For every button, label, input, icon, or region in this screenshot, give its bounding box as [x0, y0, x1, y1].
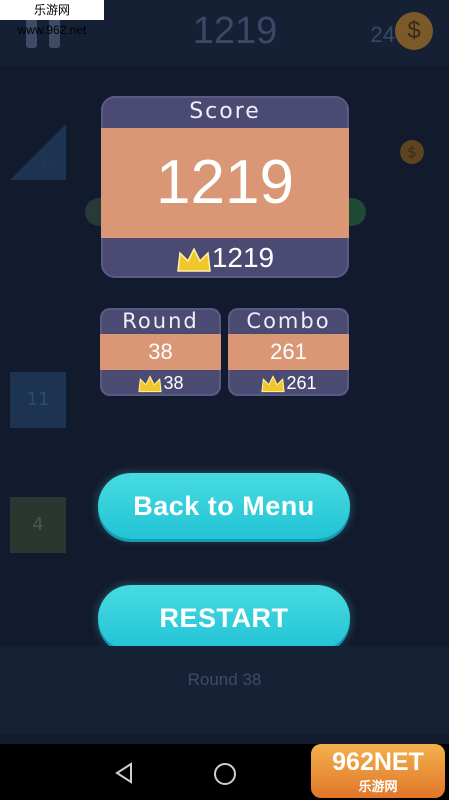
nav-back-icon[interactable]	[114, 762, 134, 784]
combo-panel: Combo 261 261	[228, 308, 349, 396]
restart-button[interactable]: RESTART	[98, 585, 350, 651]
best-score: 1219	[101, 240, 349, 276]
crown-icon	[177, 246, 211, 272]
coin-pickup-icon: $	[400, 140, 424, 164]
square-block: 11	[10, 372, 66, 428]
round-value: 38	[148, 339, 173, 364]
best-round: 38	[100, 370, 221, 396]
best-combo-value: 261	[286, 373, 317, 393]
nav-home-icon[interactable]	[214, 763, 236, 785]
score-panel: Score 1219 1219	[101, 96, 349, 278]
round-label: Round 38	[187, 670, 262, 689]
combo-title: Combo	[246, 309, 331, 333]
best-round-value: 38	[163, 373, 184, 393]
coin-icon: $	[395, 12, 433, 50]
best-combo: 261	[228, 370, 349, 396]
score-value: 1219	[156, 148, 294, 217]
logo-text-top: 962NET	[332, 748, 424, 776]
back-to-menu-button[interactable]: Back to Menu	[98, 473, 350, 539]
site-logo: 962NET 乐游网	[311, 744, 445, 798]
round-title: Round	[122, 309, 199, 333]
crown-icon	[138, 375, 163, 393]
round-footer	[0, 646, 449, 734]
triangle-block-value: 10	[38, 153, 60, 173]
combo-value: 261	[270, 339, 307, 364]
hud-coin-count: 24	[370, 22, 395, 47]
score-title: Score	[189, 99, 261, 124]
watermark: 乐游网 www.962.net	[0, 0, 104, 37]
crown-icon	[261, 375, 286, 393]
round-panel: Round 38 38	[100, 308, 221, 396]
hud-score: 1219	[192, 10, 278, 52]
logo-text-bottom: 乐游网	[358, 780, 398, 795]
best-score-value: 1219	[211, 242, 275, 273]
square-block: 4	[10, 497, 66, 553]
